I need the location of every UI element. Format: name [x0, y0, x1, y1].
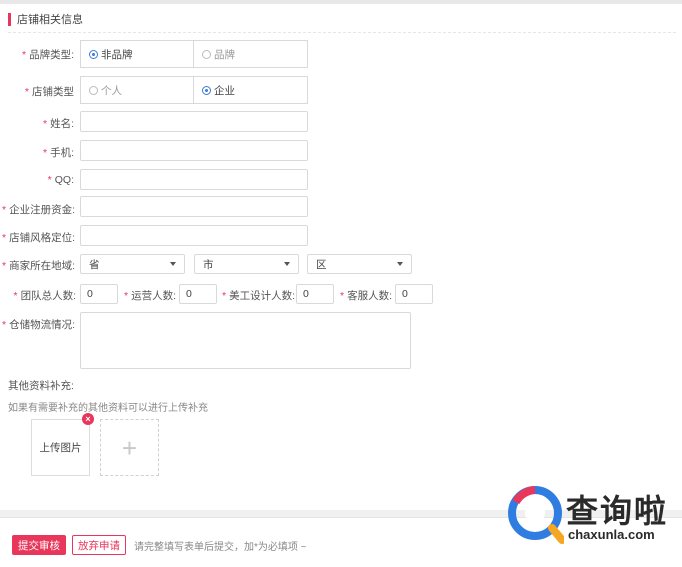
- service-count-input[interactable]: 0: [395, 284, 433, 304]
- service-count-label: * 客服人数:: [339, 290, 392, 302]
- phone-input[interactable]: [80, 140, 308, 161]
- capital-input[interactable]: [80, 196, 308, 217]
- radio-unselected-icon: [89, 85, 98, 95]
- team-count-input[interactable]: 0: [80, 284, 118, 304]
- plus-icon: +: [121, 432, 138, 463]
- shop-type-label: * 店铺类型: [24, 86, 74, 98]
- city-select[interactable]: 市: [194, 254, 299, 274]
- radio-personal[interactable]: 个人: [80, 76, 194, 104]
- province-select[interactable]: 省: [80, 254, 185, 274]
- design-count-label: * 美工设计人数:: [222, 290, 296, 302]
- radio-non-brand[interactable]: 非品牌: [80, 40, 194, 68]
- submit-review-button[interactable]: 提交审核: [12, 535, 66, 555]
- name-input[interactable]: [80, 111, 308, 132]
- location-label: * 商家所在地域:: [2, 260, 76, 272]
- province-value: 省: [89, 258, 100, 271]
- watermark-logo: 查询啦 chaxunla.com: [508, 486, 678, 548]
- abandon-application-button[interactable]: 放弃申请: [72, 535, 126, 555]
- radio-label: 非品牌: [101, 48, 133, 61]
- section-divider: [8, 32, 676, 33]
- chevron-down-icon: [170, 262, 176, 266]
- radio-label: 品牌: [214, 48, 235, 61]
- close-icon[interactable]: ×: [82, 413, 94, 425]
- watermark-icon: [508, 486, 564, 544]
- ops-count-input[interactable]: 0: [179, 284, 217, 304]
- section-title: 店铺相关信息: [17, 14, 83, 26]
- section-header: 店铺相关信息: [8, 12, 83, 26]
- radio-brand[interactable]: 品牌: [193, 40, 308, 68]
- style-label: * 店铺风格定位:: [2, 232, 76, 244]
- radio-enterprise[interactable]: 企业: [193, 76, 308, 104]
- name-label: * 姓名:: [42, 118, 74, 130]
- chevron-down-icon: [284, 262, 290, 266]
- radio-label: 企业: [214, 84, 235, 97]
- brand-type-label: * 品牌类型:: [21, 49, 74, 61]
- section-accent-bar: [8, 12, 11, 26]
- ops-count-label: * 运营人数:: [123, 290, 176, 302]
- phone-label: * 手机:: [42, 147, 74, 159]
- upload-image-tile[interactable]: 上传图片: [31, 419, 90, 476]
- radio-selected-icon: [202, 85, 211, 95]
- style-input[interactable]: [80, 225, 308, 246]
- chevron-down-icon: [397, 262, 403, 266]
- team-count-label: * 团队总人数:: [13, 290, 76, 302]
- district-select[interactable]: 区: [307, 254, 412, 274]
- city-value: 市: [203, 258, 214, 271]
- radio-label: 个人: [101, 84, 122, 97]
- upload-image-label: 上传图片: [39, 442, 82, 454]
- qq-label: * QQ:: [47, 174, 74, 186]
- radio-unselected-icon: [202, 49, 211, 59]
- extra-title: 其他资料补充:: [8, 380, 74, 392]
- logistics-textarea[interactable]: [80, 312, 411, 369]
- watermark-url: chaxunla.com: [568, 527, 655, 542]
- capital-label: * 企业注册资金:: [2, 204, 76, 216]
- qq-input[interactable]: [80, 169, 308, 190]
- extra-hint: 如果有需要补充的其他资料可以进行上传补充: [8, 403, 208, 414]
- logistics-label: * 仓储物流情况:: [2, 319, 76, 331]
- district-value: 区: [316, 258, 327, 271]
- design-count-input[interactable]: 0: [296, 284, 334, 304]
- footer-hint: 请完整填写表单后提交，加*为必填项 ~: [134, 542, 307, 553]
- watermark-text: 查询啦: [566, 492, 669, 530]
- radio-selected-icon: [89, 49, 98, 59]
- add-image-button[interactable]: +: [100, 419, 159, 476]
